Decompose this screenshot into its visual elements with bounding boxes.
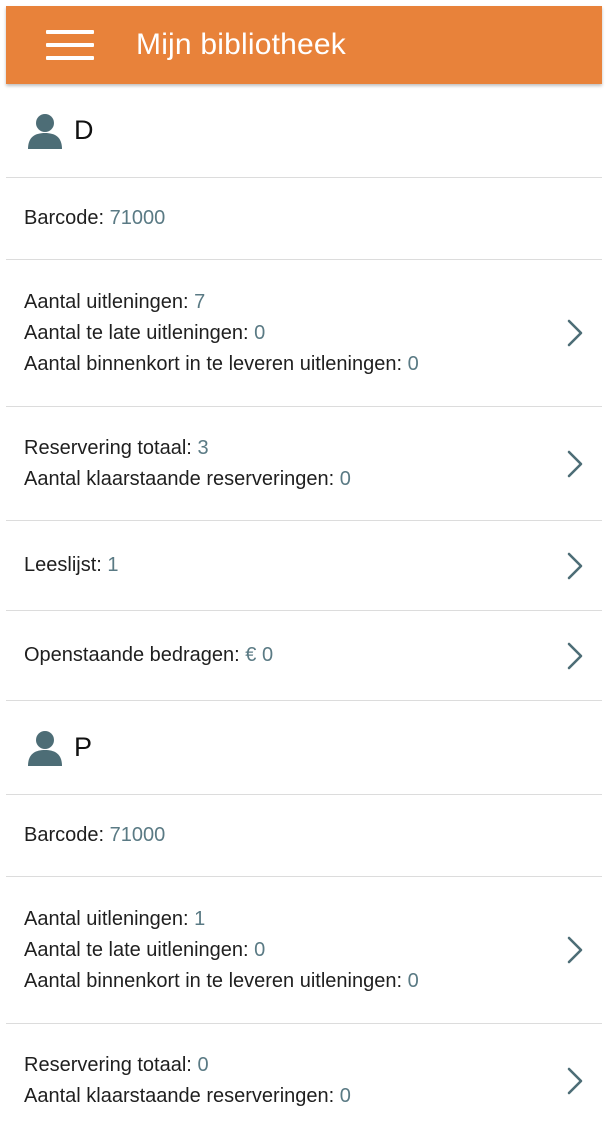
reservations-ready-value: 0 — [339, 1085, 351, 1107]
reading-list-value: 1 — [107, 554, 119, 576]
loans-late-value: 0 — [254, 938, 266, 961]
chevron-right-icon — [567, 319, 583, 347]
app-screen: Mijn bibliotheek D Barcode: 71000 Aantal… — [0, 0, 607, 1127]
loans-count-label: Aantal uitleningen: — [24, 290, 189, 313]
hamburger-menu-icon[interactable] — [46, 30, 94, 60]
person-icon — [28, 730, 62, 766]
reservations-total-value: 3 — [197, 436, 209, 459]
reservations-total-label: Reservering totaal: — [24, 1054, 192, 1076]
barcode-row: Barcode: 71000 — [6, 795, 602, 877]
barcode-label: Barcode: — [24, 207, 105, 229]
chevron-right-icon — [567, 450, 583, 477]
page-title: Mijn bibliotheek — [136, 28, 346, 61]
account-name: P — [74, 732, 93, 762]
barcode-value: 71000 — [109, 824, 166, 846]
barcode-row: Barcode: 71000 — [6, 178, 602, 260]
loans-count-value: 1 — [194, 907, 206, 930]
chevron-right-icon — [567, 642, 583, 669]
barcode-label: Barcode: — [24, 824, 105, 846]
app-bar: Mijn bibliotheek — [6, 6, 602, 84]
loans-row[interactable]: Aantal uitleningen: 1 Aantal te late uit… — [6, 877, 602, 1024]
outstanding-value: € 0 — [245, 644, 274, 666]
loans-count-value: 7 — [194, 290, 206, 313]
reservations-row[interactable]: Reservering totaal: 3 Aantal klaarstaand… — [6, 407, 602, 521]
chevron-right-icon — [567, 1067, 583, 1095]
reservations-total-label: Reservering totaal: — [24, 436, 192, 459]
reading-list-label: Leeslijst: — [24, 554, 102, 576]
account-header-2: P — [6, 701, 602, 795]
reservations-ready-label: Aantal klaarstaande reserveringen: — [24, 1085, 335, 1107]
loans-late-label: Aantal te late uitleningen: — [24, 321, 249, 344]
chevron-right-icon — [567, 552, 583, 579]
reservations-ready-label: Aantal klaarstaande reserveringen: — [24, 467, 335, 490]
loans-due-soon-value: 0 — [407, 352, 419, 375]
loans-count-label: Aantal uitleningen: — [24, 907, 189, 930]
reservations-row[interactable]: Reservering totaal: 0 Aantal klaarstaand… — [6, 1024, 602, 1127]
person-icon — [28, 113, 62, 149]
loans-row[interactable]: Aantal uitleningen: 7 Aantal te late uit… — [6, 260, 602, 407]
chevron-right-icon — [567, 936, 583, 964]
loans-late-label: Aantal te late uitleningen: — [24, 938, 249, 961]
account-name: D — [74, 115, 94, 145]
loans-late-value: 0 — [254, 321, 266, 344]
reading-list-row[interactable]: Leeslijst: 1 — [6, 521, 602, 611]
reservations-total-value: 0 — [197, 1054, 209, 1076]
outstanding-amounts-row[interactable]: Openstaande bedragen: € 0 — [6, 611, 602, 701]
loans-due-soon-label: Aantal binnenkort in te leveren uitlenin… — [24, 969, 403, 992]
account-list: D Barcode: 71000 Aantal uitleningen: 7 A… — [6, 84, 602, 1127]
barcode-value: 71000 — [109, 207, 166, 229]
outstanding-label: Openstaande bedragen: — [24, 644, 240, 666]
loans-due-soon-value: 0 — [407, 969, 419, 992]
account-header-1: D — [6, 84, 602, 178]
loans-due-soon-label: Aantal binnenkort in te leveren uitlenin… — [24, 352, 403, 375]
reservations-ready-value: 0 — [339, 467, 351, 490]
